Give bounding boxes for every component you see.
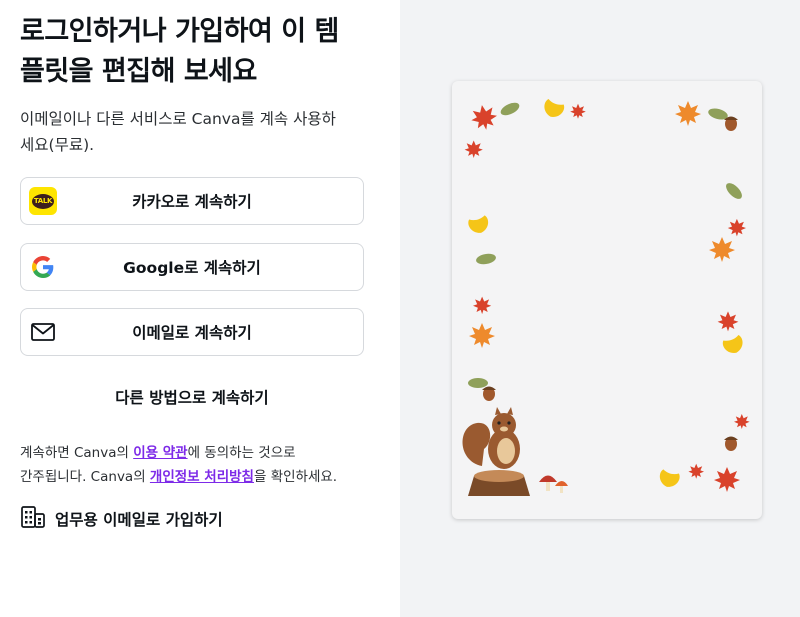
maple-leaf-icon [688,463,704,479]
maple-leaf-icon [473,296,492,315]
kakao-icon-text: TALK [32,193,54,209]
maple-leaf-icon [714,467,740,492]
terms-of-use-link[interactable]: 이용 약관 [133,445,187,461]
oak-leaf-icon [498,100,522,118]
auth-panel: 로그인하거나 가입하여 이 템 플릿을 편집해 보세요 이메일이나 다른 서비스… [0,0,400,617]
terms-text-2: 에 동의하는 것으로 [187,445,296,461]
envelope-icon [29,318,57,346]
maple-leaf-icon [709,237,735,262]
terms-text-4: 을 확인하세요. [253,469,338,485]
other-methods-button[interactable]: 다른 방법으로 계속하기 [20,382,364,412]
email-button-label: 이메일로 계속하기 [132,324,252,342]
work-email-signup-button[interactable]: 업무용 이메일로 가입하기 [20,505,223,533]
subtitle-line1: 이메일이나 다른 서비스로 Canva를 계속 사용하 [20,110,336,128]
other-methods-label: 다른 방법으로 계속하기 [115,389,269,407]
terms-text-3: 간주됩니다. Canva의 [20,469,150,485]
email-continue-button[interactable]: 이메일로 계속하기 [20,308,364,356]
ginkgo-leaf-icon [655,468,681,498]
kakao-continue-button[interactable]: TALK 카카오로 계속하기 [20,177,364,225]
acorn-icon [482,386,496,401]
acorn-icon [724,436,738,451]
kakao-talk-icon: TALK [29,187,57,215]
template-preview-card [452,81,762,519]
ginkgo-leaf-icon [467,214,493,244]
maple-leaf-icon [675,101,701,126]
oak-leaf-icon [723,180,745,202]
autumn-frame-illustration [462,98,750,498]
terms-notice: 계속하면 Canva의 이용 약관에 동의하는 것으로 간주됩니다. Canva… [20,441,370,489]
subtitle: 이메일이나 다른 서비스로 Canva를 계속 사용하 세요(무료). [20,106,365,158]
work-email-label: 업무용 이메일로 가입하기 [55,511,223,529]
ginkgo-leaf-icon [721,334,749,364]
google-g-icon [29,253,57,281]
kakao-button-label: 카카오로 계속하기 [132,193,252,211]
squirrel-illustration [462,407,530,496]
terms-text-1: 계속하면 Canva의 [20,445,134,461]
maple-leaf-icon [717,311,739,332]
page-title-line2: 플릿을 편집해 보세요 [20,56,257,87]
mushroom-icon [539,475,568,493]
building-icon [20,505,46,533]
maple-leaf-icon [570,103,586,119]
privacy-policy-link[interactable]: 개인정보 처리방침 [150,469,254,485]
maple-leaf-icon [727,218,746,237]
page-title-line1: 로그인하거나 가입하여 이 템 [20,16,339,47]
google-button-label: Google로 계속하기 [123,259,261,277]
acorn-icon [724,116,738,131]
page-title: 로그인하거나 가입하여 이 템 플릿을 편집해 보세요 [20,12,380,92]
subtitle-line2: 세요(무료). [20,136,95,154]
maple-leaf-icon [469,102,500,133]
oak-leaf-icon [468,378,488,388]
maple-leaf-icon [734,414,750,430]
oak-leaf-icon [475,252,497,266]
ginkgo-leaf-icon [538,98,566,128]
maple-leaf-icon [469,323,495,348]
google-continue-button[interactable]: Google로 계속하기 [20,243,364,291]
maple-leaf-icon [464,140,483,158]
